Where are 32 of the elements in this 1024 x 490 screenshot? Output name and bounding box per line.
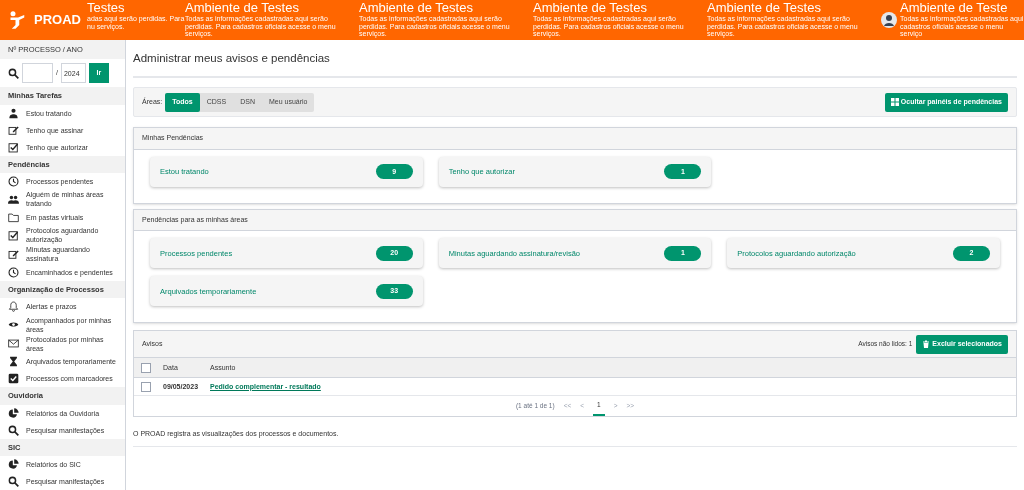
envelope-icon — [8, 338, 19, 350]
pie-chart-icon — [8, 458, 19, 470]
clock-icon — [8, 267, 19, 279]
edit-icon — [8, 124, 19, 136]
avatar-icon — [881, 12, 897, 28]
edit-icon — [8, 249, 19, 260]
environment-banner-title: Ambiente de Testes — [533, 1, 648, 14]
checked-box-icon — [8, 229, 19, 241]
search-icon — [8, 67, 19, 79]
search-icon — [8, 475, 19, 487]
environment-banner-title: Ambiente de Testes — [359, 1, 474, 14]
row-checkbox[interactable] — [141, 381, 151, 392]
clock-icon — [8, 175, 19, 187]
pie-chart-icon — [8, 407, 19, 419]
search-icon — [8, 424, 19, 436]
grid-icon — [890, 98, 899, 107]
process-number-field[interactable] — [22, 63, 53, 84]
checked-box-icon — [8, 373, 19, 385]
environment-banner-title: Ambiente de Testes — [185, 1, 300, 14]
folder-icon — [8, 211, 19, 223]
page-title: Administrar meus avisos e pendências — [133, 50, 1017, 79]
environment-banner-title: Ambiente de Testes — [707, 1, 822, 14]
bell-icon — [8, 301, 19, 313]
environment-banner-title: Ambiente de Teste — [900, 1, 1009, 14]
environment-banner-title: Testes — [87, 1, 126, 14]
people-icon — [8, 193, 19, 205]
select-all-checkbox[interactable] — [141, 362, 151, 373]
trash-icon — [922, 340, 931, 349]
checked-box-icon — [8, 141, 19, 153]
person-icon — [8, 107, 19, 119]
hourglass-icon — [8, 356, 19, 368]
app-logo-text: PROAD — [34, 11, 81, 30]
